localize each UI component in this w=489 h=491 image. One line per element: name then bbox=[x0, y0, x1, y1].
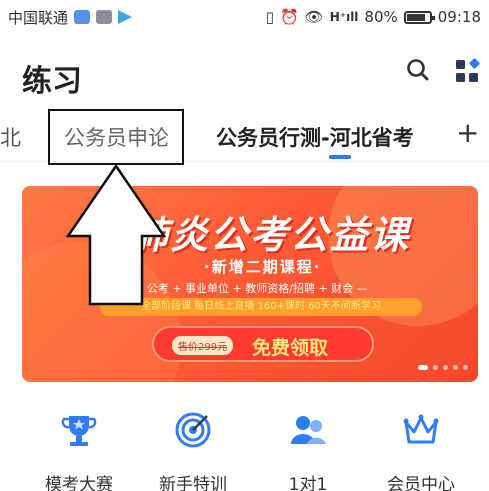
quick-item-label: 1对1 bbox=[288, 475, 328, 491]
banner-subtitle: ·新增二期课程· bbox=[204, 258, 322, 276]
app-notification-icon bbox=[74, 10, 91, 24]
page-title: 练习 bbox=[22, 64, 82, 99]
add-tab-button[interactable]: + bbox=[456, 116, 479, 149]
apps-grid-icon[interactable] bbox=[454, 58, 480, 84]
battery-percent: 80% bbox=[364, 8, 398, 26]
quick-nav: 模考大赛 新手特训 1对1 会员中心 bbox=[0, 410, 489, 491]
search-icon[interactable] bbox=[406, 58, 430, 82]
carousel-dots bbox=[418, 365, 468, 370]
signal-icon: H⁺ıll bbox=[329, 10, 359, 24]
annotation-highlight-box bbox=[48, 109, 184, 165]
carousel-dot[interactable] bbox=[433, 365, 438, 370]
carousel-dot[interactable] bbox=[453, 365, 458, 370]
quick-item-member-center[interactable]: 会员中心 bbox=[371, 410, 471, 491]
active-tab-indicator bbox=[329, 155, 351, 159]
free-claim-button[interactable]: 售价299元 免费领取 bbox=[152, 326, 374, 362]
page-header: 练习 bbox=[0, 52, 489, 102]
price-tag: 售价299元 bbox=[172, 336, 234, 355]
alarm-icon: ⏰ bbox=[279, 8, 299, 26]
battery-icon bbox=[403, 10, 435, 24]
target-icon bbox=[175, 412, 211, 448]
trophy-icon bbox=[61, 416, 97, 446]
carousel-dot[interactable] bbox=[463, 365, 468, 370]
eye-icon: 👁 bbox=[304, 8, 324, 26]
vibrate-icon: ▯ bbox=[265, 8, 274, 26]
quick-item-label: 新手特训 bbox=[159, 475, 227, 491]
clock: 09:18 bbox=[437, 8, 481, 26]
quick-item-mock-exam[interactable]: 模考大赛 bbox=[29, 410, 129, 491]
cta-label: 免费领取 bbox=[252, 337, 329, 359]
status-bar: 中国联通 ▯ ⏰ 👁 H⁺ıll 80% 09:18 bbox=[0, 0, 489, 34]
annotation-arrow bbox=[66, 164, 166, 306]
quick-item-label: 模考大赛 bbox=[45, 475, 113, 491]
send-notification-icon bbox=[118, 10, 133, 24]
carousel-dot[interactable] bbox=[443, 365, 448, 370]
quick-item-beginner[interactable]: 新手特训 bbox=[143, 410, 243, 491]
quick-item-label: 会员中心 bbox=[387, 475, 455, 491]
image-notification-icon bbox=[96, 10, 113, 24]
carrier-label: 中国联通 bbox=[8, 8, 69, 27]
tab-partial[interactable]: 北 bbox=[0, 122, 21, 152]
tab-xingce-hebei[interactable]: 公务员行测-河北省考 bbox=[216, 122, 414, 152]
carousel-dot[interactable] bbox=[418, 365, 428, 370]
crown-icon bbox=[403, 414, 439, 444]
people-icon bbox=[291, 416, 326, 444]
quick-item-one-on-one[interactable]: 1对1 bbox=[258, 410, 358, 491]
